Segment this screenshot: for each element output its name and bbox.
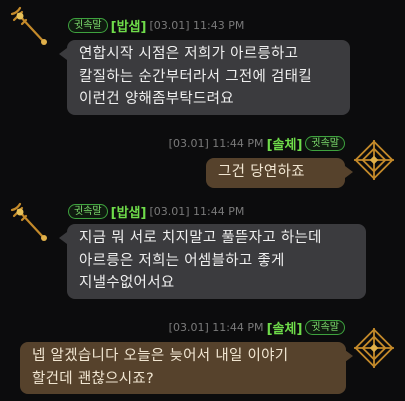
golden-staff-icon [10,6,47,45]
diamond-emblem-icon [354,328,394,368]
message-line: 할건데 괜찮으시죠? [32,370,155,387]
whisper-badge: 귓속말 [68,204,108,219]
message-header: [03.01] 11:44 PM [솔체] 귓속말 [169,134,345,153]
sender-name[interactable]: [솔체] [267,318,303,337]
message-line: 지금 뭐 서로 치지말고 풀뜯자고 하는데 [79,230,322,246]
chat-bubble[interactable]: 지금 뭐 서로 치지말고 풀뜯자고 하는데아르릉은 저희는 어셈블하고 좋게지낼… [67,224,366,299]
message-header: 귓속말 [밥샙] [03.01] 11:44 PM [68,202,244,221]
sender-name[interactable]: [밥샙] [111,16,147,35]
chat-bubble[interactable]: 넵 알겠습니다 오늘은 늦어서 내일 이야기할건데 괜찮으시죠? [20,342,346,394]
chat-bubble[interactable]: 그건 당연하죠 [206,158,345,188]
message-line: 이런건 양해좀부탁드려요 [79,91,234,107]
message-line: 지낼수없어서요 [79,275,175,291]
whisper-badge: 귓속말 [305,136,345,151]
message-header: 귓속말 [밥샙] [03.01] 11:43 PM [68,16,244,35]
golden-staff-icon [10,202,47,241]
message-line: 연합시작 시점은 저희가 아르릉하고 [79,46,299,62]
whisper-badge: 귓속말 [68,18,108,33]
message-line: 넵 알겠습니다 오늘은 늦어서 내일 이야기 [32,348,289,364]
timestamp: [03.01] 11:44 PM [149,205,245,218]
whisper-badge: 귓속말 [305,320,345,335]
message-line: 칼질하는 순간부터라서 그전에 검태킬 [79,68,312,85]
chat-bubble[interactable]: 연합시작 시점은 저희가 아르릉하고칼질하는 순간부터라서 그전에 검태킬이런건… [67,40,350,115]
message-line: 아르릉은 저희는 어셈블하고 좋게 [79,252,285,269]
sender-name[interactable]: [솔체] [267,134,303,153]
message-header: [03.01] 11:44 PM [솔체] 귓속말 [169,318,345,337]
timestamp: [03.01] 11:43 PM [149,19,245,32]
timestamp: [03.01] 11:44 PM [168,321,264,334]
timestamp: [03.01] 11:44 PM [168,137,264,150]
diamond-emblem-icon [354,140,394,180]
message-line: 그건 당연하죠 [218,164,305,180]
sender-name[interactable]: [밥샙] [111,202,147,221]
